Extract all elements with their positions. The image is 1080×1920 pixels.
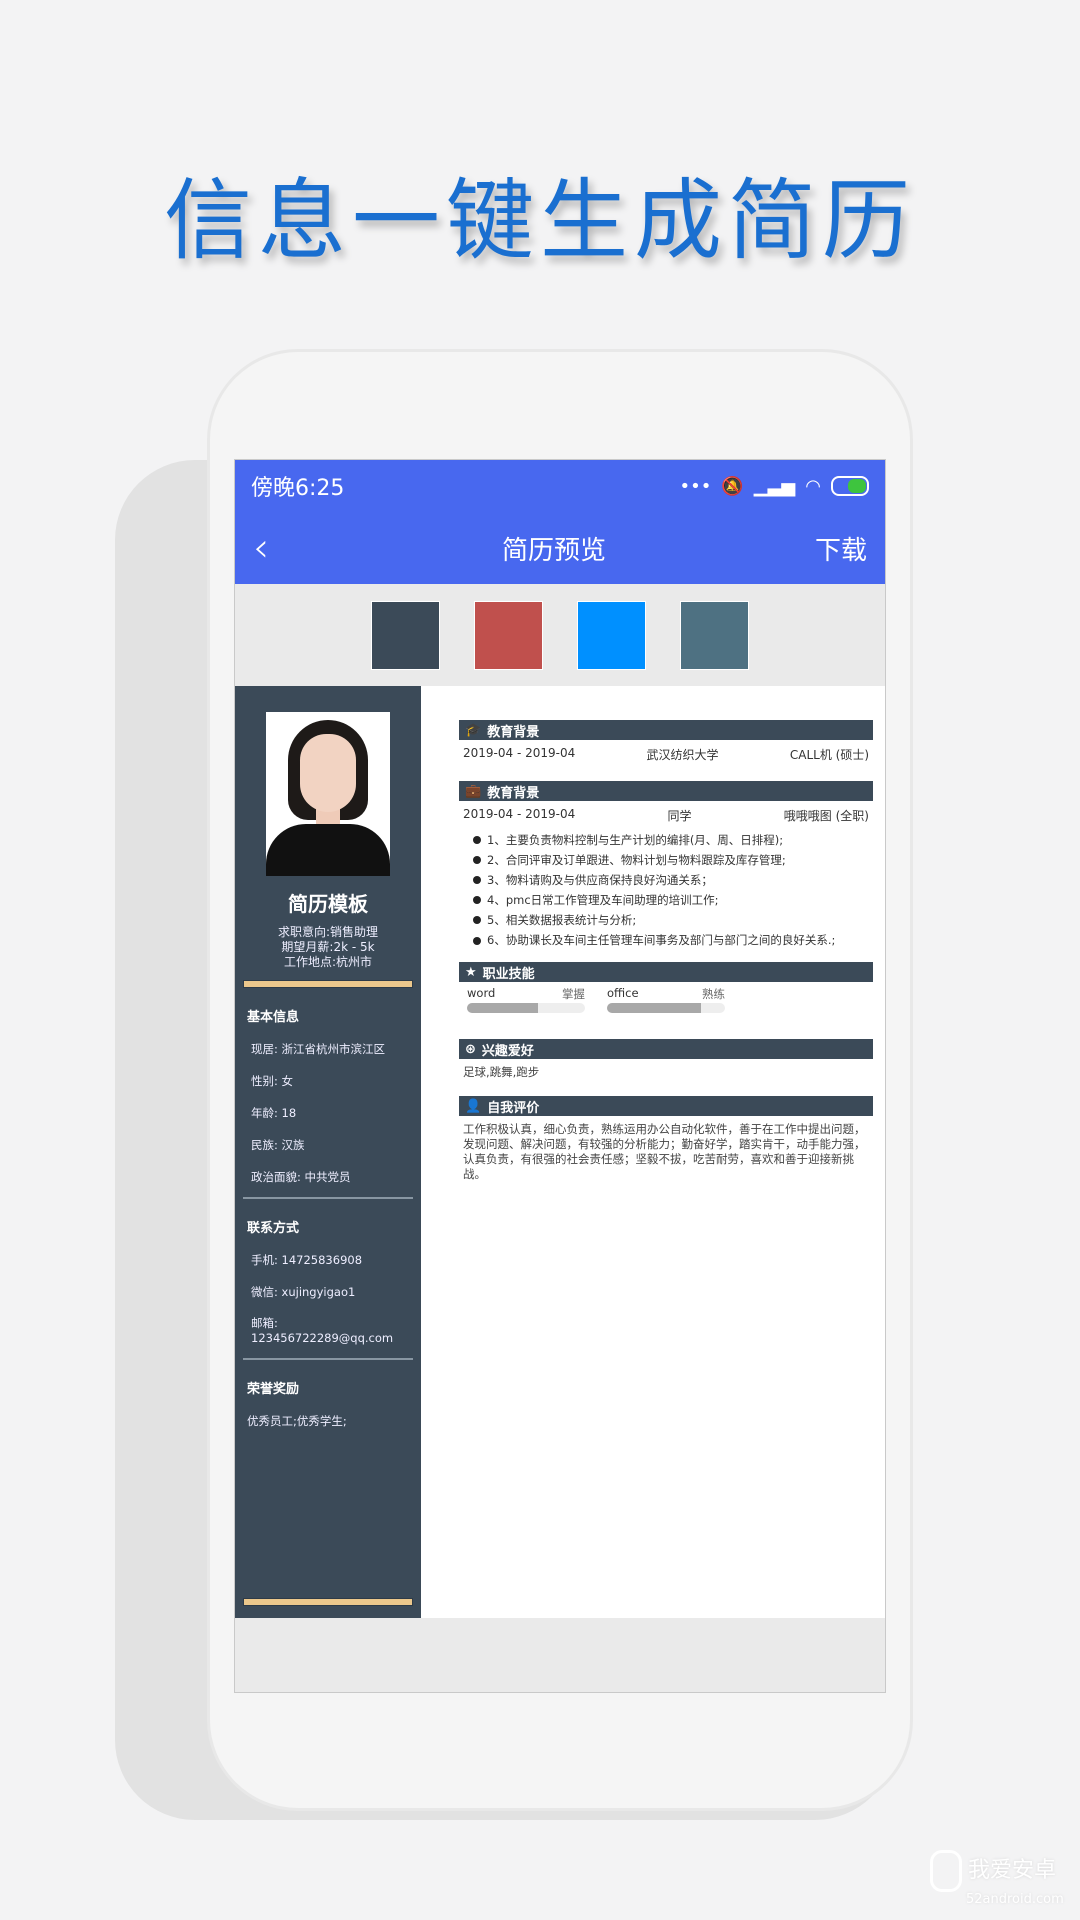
duty-list: 1、主要负责物料控制与生产计划的编排(月、周、日排程); 2、合同评审及订单跟进… [473,830,873,948]
promo-headline: 信息一键生成简历 [163,169,916,272]
back-button[interactable]: ‹ [253,525,293,571]
education-title: 教育背景 [487,724,540,740]
work-title: 教育背景 [487,785,540,801]
work-position: 哦哦哦图 (全职) [783,809,869,823]
basic-info-item: 现居: 浙江省杭州市滨江区 [251,1042,386,1056]
contact-item: 手机: 14725836908 [251,1253,363,1267]
resume-main: 🎓 教育背景 2019-04 - 2019-04 武汉纺织大学 CALL机 (硕… [421,686,885,1618]
skills-header: ★ 职业技能 [459,962,873,982]
battery-charging-icon [831,476,869,496]
wifi-icon: ◠ [805,475,821,497]
download-button[interactable]: 下载 [815,530,867,567]
swatch-dark-slate[interactable] [371,600,440,670]
skill-name: office [607,986,639,1000]
self-eval-text: 工作积极认真，细心负责，熟练运用办公自动化软件，善于在工作中提出问题，发现问题、… [463,1122,866,1181]
swatch-blue[interactable] [577,600,646,670]
status-icons: ••• 🔕 ▁▃▅ ◠ [679,476,869,497]
work-location: 工作地点:杭州市 [283,955,373,969]
duty-item: 5、相关数据报表统计与分析; [473,910,873,930]
expected-salary: 期望月薪:2k - 5k [281,940,375,954]
basic-info-item: 政治面貌: 中共党员 [251,1170,351,1184]
basic-info-item: 年龄: 18 [251,1106,297,1120]
honors-heading: 荣誉奖励 [247,1382,300,1397]
skill-progress-fill [467,1003,538,1013]
skill-progress-track [467,1003,585,1013]
contact-item: 微信: xujingyigao1 [251,1285,356,1299]
duty-item: 1、主要负责物料控制与生产计划的编排(月、周、日排程); [473,830,873,850]
resume-preview: 简历模板 求职意向:销售助理 期望月薪:2k - 5k 工作地点:杭州市 基本信… [235,686,885,1618]
status-time: 傍晚6:25 [251,476,345,501]
work-header: 💼 教育背景 [459,781,873,801]
page-title: 简历预览 [501,535,606,566]
signal-icon: ▁▃▅ [753,475,796,497]
education-degree: CALL机 (硕士) [789,748,869,762]
resume-name: 简历模板 [288,892,368,916]
app-bar: ‹ 简历预览 下载 [235,512,885,584]
basic-info-heading: 基本信息 [247,1010,300,1025]
hobbies-title: 兴趣爱好 [481,1043,534,1059]
contact-item: 邮箱: 123456722289@qq.com [251,1316,394,1345]
section-divider [243,1197,413,1199]
education-school: 武汉纺织大学 [646,748,719,762]
swatch-red[interactable] [474,600,543,670]
duty-item: 4、pmc日常工作管理及车间助理的培训工作; [473,890,873,910]
skill-item: word 掌握 [467,986,585,1013]
education-row: 2019-04 - 2019-04 武汉纺织大学 CALL机 (硕士) [463,746,869,763]
basketball-icon: ⊛ [465,1041,476,1057]
status-bar: 傍晚6:25 ••• 🔕 ▁▃▅ ◠ [235,460,885,512]
watermark-title: 我爱安卓 [968,1858,1057,1883]
skills-title: 职业技能 [482,966,535,982]
skill-badge-icon: ★ [465,964,477,980]
honors-text: 优秀员工;优秀学生; [247,1414,347,1428]
gold-divider-bottom [243,1598,413,1606]
skill-progress-track [607,1003,725,1013]
mute-bell-icon: 🔕 [721,475,744,497]
duty-item: 3、物料请购及与供应商保持良好沟通关系； [473,870,873,890]
swatch-slate-teal[interactable] [680,600,749,670]
profile-photo [266,712,390,876]
work-company: 同学 [667,809,692,823]
watermark: 我爱安卓 52android.com [930,1850,1064,1907]
contact-heading: 联系方式 [247,1221,300,1236]
more-dots-icon: ••• [679,475,712,497]
briefcase-icon: 💼 [465,783,482,799]
education-period: 2019-04 - 2019-04 [463,746,576,760]
resume-sidebar: 简历模板 求职意向:销售助理 期望月薪:2k - 5k 工作地点:杭州市 基本信… [235,686,421,1618]
work-period: 2019-04 - 2019-04 [463,807,576,821]
user-edit-icon: 👤 [465,1098,482,1114]
duty-item: 6、协助课长及车间主任管理车间事务及部门与部门之间的良好关系.; [473,933,873,948]
self-eval-header: 👤 自我评价 [459,1096,873,1116]
skill-level: 熟练 [702,987,725,1001]
basic-info-item: 民族: 汉族 [251,1138,305,1152]
hobbies-text: 足球,跳舞,跑步 [463,1065,540,1079]
education-header: 🎓 教育背景 [459,720,873,740]
robot-logo-icon [930,1850,962,1892]
skill-level: 掌握 [562,987,585,1001]
skills-list: word 掌握 office 熟练 [467,986,867,1013]
basic-info-item: 性别: 女 [251,1074,294,1088]
self-eval-title: 自我评价 [487,1100,540,1116]
color-theme-picker [235,584,885,686]
hobbies-header: ⊛ 兴趣爱好 [459,1039,873,1059]
gold-divider [243,980,413,988]
section-divider [243,1358,413,1360]
watermark-subtitle: 52android.com [966,1892,1064,1907]
work-row: 2019-04 - 2019-04 同学 哦哦哦图 (全职) [463,807,869,824]
graduation-cap-icon: 🎓 [465,722,482,738]
skill-name: word [467,986,496,1000]
job-intent: 求职意向:销售助理 [277,925,379,939]
skill-item: office 熟练 [607,986,725,1013]
skill-progress-fill [607,1003,702,1013]
phone-screen: 傍晚6:25 ••• 🔕 ▁▃▅ ◠ ‹ 简历预览 下载 简历模板 求职意向:销… [234,459,886,1693]
duty-item: 2、合同评审及订单跟进、物料计划与物料跟踪及库存管理; [473,850,873,870]
